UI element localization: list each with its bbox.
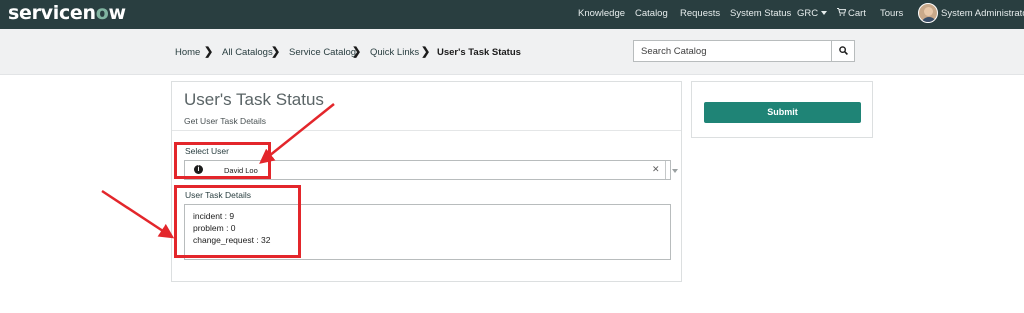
annotation-arrow-select-user — [259, 103, 335, 164]
annotation-arrows — [101, 103, 335, 239]
annotation-arrow-task-details — [101, 189, 175, 239]
